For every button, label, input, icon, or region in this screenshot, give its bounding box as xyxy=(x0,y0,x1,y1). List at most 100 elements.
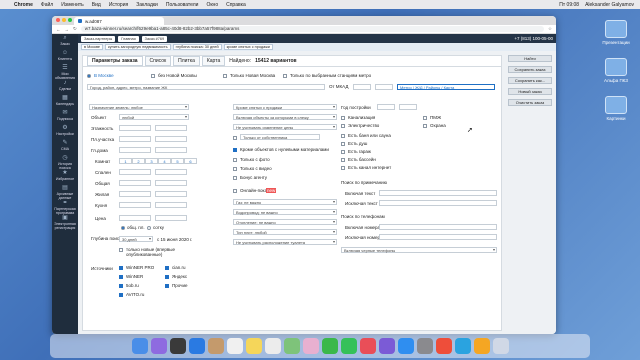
sidebar-item[interactable]: ✎ СМА xyxy=(52,139,78,154)
back-icon[interactable]: ← xyxy=(56,27,61,32)
photos-icon[interactable] xyxy=(302,338,319,354)
water-select[interactable]: Водопровод: не важно xyxy=(233,209,337,215)
menu-item[interactable]: Справка xyxy=(226,2,246,8)
sidebar-item[interactable]: ▣ Электронная регистрация xyxy=(52,214,78,230)
gas-select[interactable]: Газ: не важно xyxy=(233,199,337,205)
close-window-icon[interactable] xyxy=(56,18,60,22)
trash-icon[interactable] xyxy=(492,338,509,354)
watched-select[interactable]: Включая объекты за которыми в слежу xyxy=(233,114,337,120)
mkad-from-input[interactable] xyxy=(353,84,371,90)
metro-only-checkbox[interactable] xyxy=(283,74,287,78)
menu-item[interactable]: Вид xyxy=(92,2,101,8)
room-option[interactable]: 1 xyxy=(119,158,132,164)
floors-to-input[interactable] xyxy=(155,125,187,131)
room-option[interactable]: 6 xyxy=(184,158,197,164)
sidebar-item[interactable]: ☺ Клиенты xyxy=(52,49,78,64)
living-from-input[interactable] xyxy=(119,191,151,197)
shower-checkbox[interactable] xyxy=(341,142,345,146)
sidebar-item[interactable]: ◷ История поиска xyxy=(52,154,78,170)
music-icon[interactable] xyxy=(359,338,376,354)
save-as-button[interactable]: Сохранить как... xyxy=(508,77,552,84)
with-video-checkbox[interactable] xyxy=(233,167,237,171)
maximize-window-icon[interactable] xyxy=(68,18,72,22)
filter-chip[interactable]: кроме снятых с продажи xyxy=(223,44,273,50)
contacts-icon[interactable] xyxy=(207,338,224,354)
mkad-to-input[interactable] xyxy=(375,84,393,90)
depth-select[interactable]: 30 дней xyxy=(119,236,153,242)
siri-icon[interactable] xyxy=(150,338,167,354)
city-radio[interactable] xyxy=(87,74,91,78)
telegram-icon[interactable] xyxy=(454,338,471,354)
sidebar-item[interactable]: ▦ Календарь xyxy=(52,94,78,109)
tab-map[interactable]: Карта xyxy=(201,56,226,66)
year-to-input[interactable] xyxy=(155,147,187,153)
plot-to-input[interactable] xyxy=(155,136,187,142)
price-total-radio[interactable] xyxy=(121,226,125,230)
user-name[interactable]: Aleksander Galyamov xyxy=(585,2,634,8)
clock[interactable]: Пт 09:08 xyxy=(559,2,579,8)
app-store-icon[interactable] xyxy=(397,338,414,354)
tab-params[interactable]: Параметры заказа xyxy=(87,56,143,66)
land-purpose-select[interactable]: Назначение земель: любое xyxy=(89,104,189,110)
total-to-input[interactable] xyxy=(155,180,187,186)
only-new-moscow-checkbox[interactable] xyxy=(223,74,227,78)
minimize-window-icon[interactable] xyxy=(62,18,66,22)
new-only-checkbox[interactable] xyxy=(119,248,123,252)
filter-chip[interactable]: в Москве xyxy=(81,44,104,50)
sidebar-item[interactable]: ★ Избранное xyxy=(52,169,78,184)
forward-icon[interactable]: → xyxy=(65,27,70,32)
sidebar-item[interactable]: ♪ Сделки xyxy=(52,79,78,94)
desktop-folder-icon[interactable]: Презентации xyxy=(596,20,636,45)
star-icon[interactable]: ☆ xyxy=(548,26,552,32)
sidebar-item[interactable]: ⚙ Настройки xyxy=(52,124,78,139)
filter-chip[interactable]: купить загородную недвижимость xyxy=(105,44,171,50)
podcasts-icon[interactable] xyxy=(378,338,395,354)
plot-from-input[interactable] xyxy=(119,136,151,142)
source-checkbox[interactable] xyxy=(119,293,123,297)
maps-icon[interactable] xyxy=(283,338,300,354)
living-to-input[interactable] xyxy=(155,191,187,197)
owner-only-checkbox[interactable] xyxy=(233,136,237,140)
kitchen-to-input[interactable] xyxy=(155,202,187,208)
address-search-input[interactable]: Город, район, адрес, метро, название ЖК xyxy=(87,84,325,90)
include-phones-input[interactable] xyxy=(379,224,497,230)
desktop-folder-icon[interactable]: Картинки xyxy=(596,96,636,121)
include-text-input[interactable] xyxy=(379,190,497,196)
sidebar-item[interactable]: ⌕ Заказ xyxy=(52,34,78,49)
chrome-icon[interactable] xyxy=(435,338,452,354)
tab-list[interactable]: Список xyxy=(144,56,172,66)
room-option[interactable]: 3 xyxy=(145,158,158,164)
heating-select[interactable]: Отопление: не важно xyxy=(233,219,337,225)
save-order-button[interactable]: Сохранить заказ xyxy=(508,66,552,73)
price-sqm-radio[interactable] xyxy=(147,226,151,230)
top-chip[interactable]: Заказ #769 xyxy=(141,35,168,42)
new-order-button[interactable]: Новый заказ xyxy=(508,88,552,95)
black-phones-select[interactable]: Включая черные телефоны xyxy=(341,247,497,253)
source-checkbox[interactable] xyxy=(165,266,169,270)
top-chip[interactable]: Заказ-партнеры xyxy=(81,35,116,42)
built-from-input[interactable] xyxy=(377,104,395,110)
launchpad-icon[interactable] xyxy=(169,338,186,354)
no-new-moscow-checkbox[interactable] xyxy=(151,74,155,78)
reminders-icon[interactable] xyxy=(264,338,281,354)
app-icon[interactable] xyxy=(473,338,490,354)
built-to-input[interactable] xyxy=(399,104,417,110)
security-checkbox[interactable] xyxy=(423,124,427,128)
menu-item[interactable]: Файл xyxy=(41,2,53,8)
room-option[interactable]: 5 xyxy=(171,158,184,164)
total-from-input[interactable] xyxy=(119,180,151,186)
toilet-select[interactable]: Не учитывать расположение туалета xyxy=(233,239,337,245)
price-to-input[interactable] xyxy=(155,215,187,221)
price-change-select[interactable]: Не учитывать изменение цены xyxy=(233,124,337,130)
menu-item[interactable]: Пользователи xyxy=(166,2,199,8)
room-option[interactable]: 4 xyxy=(158,158,171,164)
find-button[interactable]: Найти xyxy=(508,55,552,62)
garage-checkbox[interactable] xyxy=(341,150,345,154)
settings-icon[interactable] xyxy=(416,338,433,354)
sidebar-item[interactable]: ▤ Архивные данные xyxy=(52,184,78,200)
pmzh-checkbox[interactable] xyxy=(423,116,427,120)
floors-from-input[interactable] xyxy=(119,125,151,131)
object-select[interactable]: любой xyxy=(119,114,189,120)
sidebar-item[interactable]: ✉ Подписка xyxy=(52,109,78,124)
notes-icon[interactable] xyxy=(245,338,262,354)
